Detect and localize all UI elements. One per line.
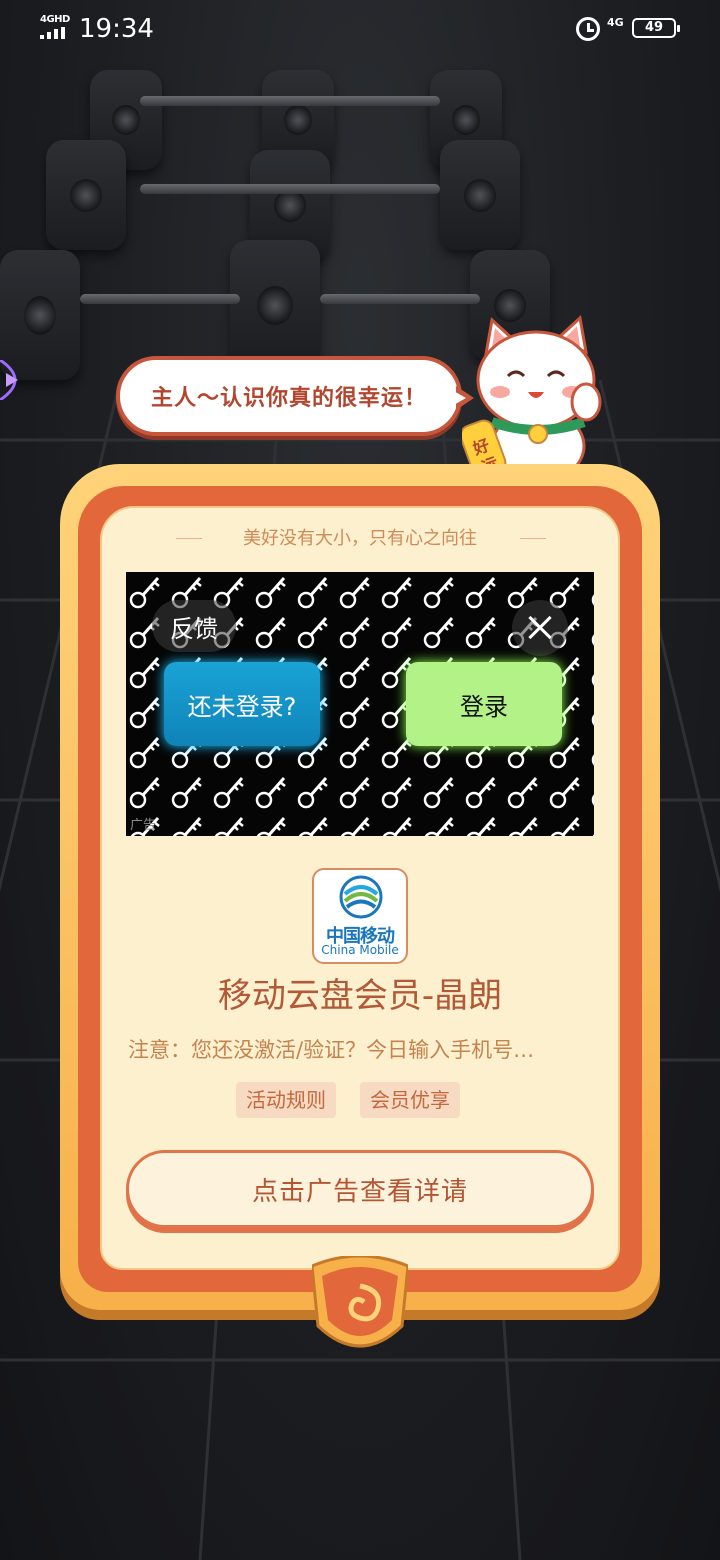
status-bar: 4GHD 19:34 4G 49: [0, 0, 720, 56]
not-logged-in-button[interactable]: 还未登录?: [164, 662, 320, 746]
motto-text: 美好没有大小，只有心之向往: [243, 528, 477, 549]
china-mobile-logo-icon: [339, 875, 383, 919]
app-name: 移动云盘会员-晶朗: [217, 976, 503, 1016]
logo-text-en: China Mobile: [321, 943, 399, 957]
battery-icon: 49: [632, 18, 680, 38]
network-type: 4G: [607, 16, 624, 29]
speech-bubble: 主人～认识你真的很幸运！: [116, 356, 474, 436]
china-mobile-logo: 中国移动 China Mobile: [312, 868, 408, 964]
ad-badge: 广告: [130, 818, 157, 833]
network-label: 4GHD: [40, 14, 70, 25]
tag-member-benefits[interactable]: 会员优享: [360, 1082, 460, 1118]
side-arrow-icon[interactable]: [0, 360, 30, 400]
clock: 19:34: [79, 14, 154, 44]
alarm-icon: [576, 17, 600, 41]
bottom-ornament: [312, 1256, 408, 1348]
app-description: 注意：您还没激活/验证？今日输入手机号…: [128, 1038, 535, 1062]
login-button[interactable]: 登录: [406, 662, 562, 746]
bubble-text: 主人～认识你真的很幸运！: [150, 386, 427, 411]
feedback-button[interactable]: 反馈: [152, 600, 236, 652]
tag-activity-rules[interactable]: 活动规则: [236, 1082, 336, 1118]
close-icon[interactable]: [512, 600, 568, 656]
view-ad-details-button[interactable]: 点击广告查看详请: [126, 1150, 594, 1228]
signal-icon: [40, 27, 70, 39]
lucky-cat-mascot: 好 运: [462, 315, 602, 484]
